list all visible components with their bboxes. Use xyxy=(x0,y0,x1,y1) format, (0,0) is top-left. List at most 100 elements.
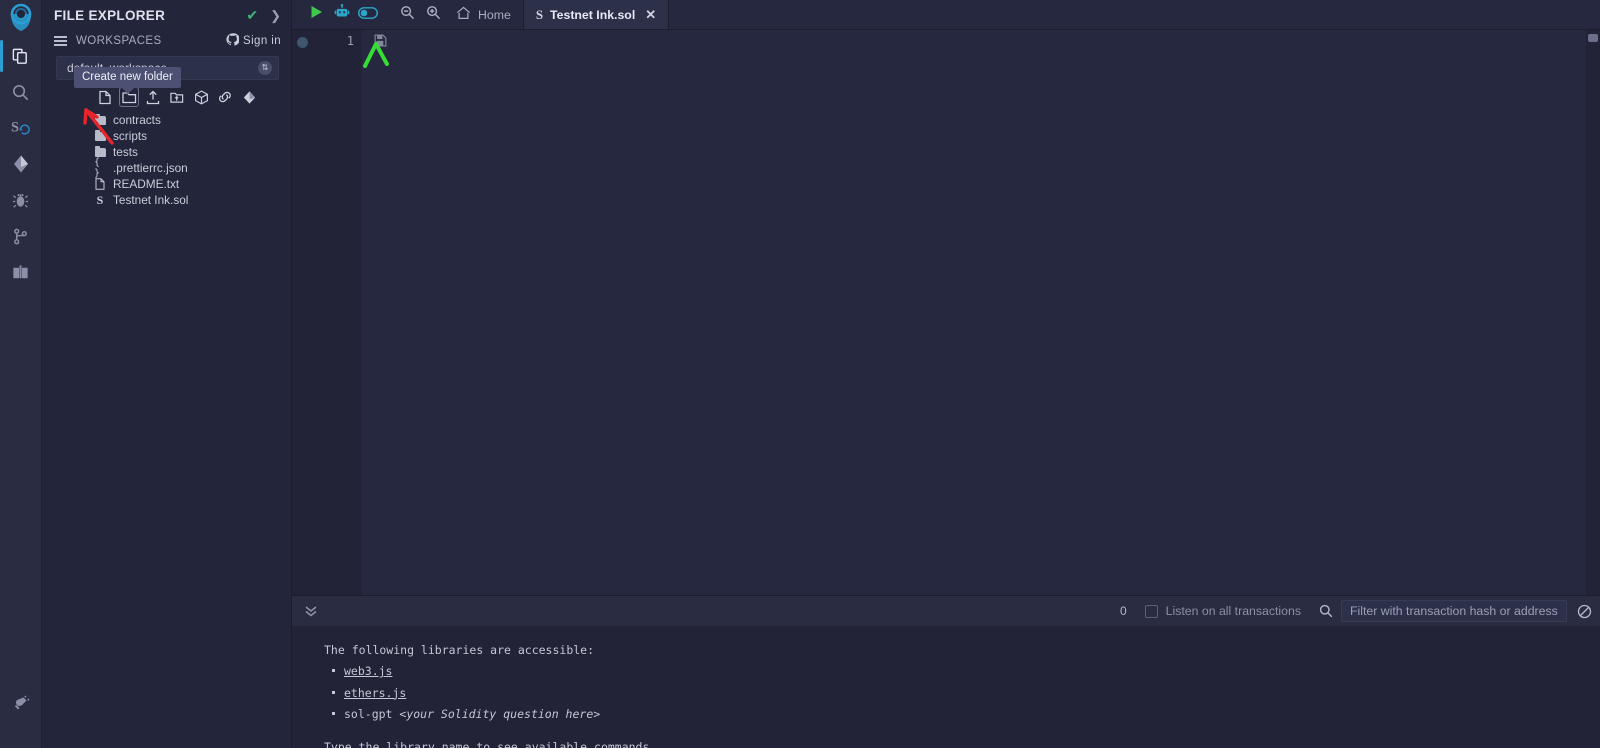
svg-text:S: S xyxy=(11,119,19,135)
editor-toolbar xyxy=(292,0,452,29)
connect-to-localhost[interactable] xyxy=(217,89,233,105)
workspaces-label: WORKSPACES xyxy=(76,35,162,47)
text-file-icon xyxy=(94,178,106,190)
file-name: contracts xyxy=(113,113,161,127)
terminal-intro-line: The following libraries are accessible: xyxy=(324,643,595,657)
scrollbar-thumb[interactable] xyxy=(1588,34,1598,42)
terminal-panel: 0 Listen on all transactions The followi… xyxy=(292,595,1600,748)
list-item[interactable]: scripts xyxy=(94,128,291,144)
sidebar-item-plugin-manager[interactable] xyxy=(0,686,42,722)
terminal-toolbar: 0 Listen on all transactions xyxy=(292,596,1600,626)
sidebar-item-debugger[interactable] xyxy=(0,182,42,218)
search-icon xyxy=(11,83,30,102)
workspaces-row: WORKSPACES Sign in xyxy=(42,30,291,52)
search-icon[interactable] xyxy=(1319,604,1333,618)
folder-icon xyxy=(94,129,106,142)
book-icon xyxy=(11,263,30,282)
git-init[interactable] xyxy=(241,89,257,105)
line-number: 1 xyxy=(346,34,354,48)
library-link-web3[interactable]: web3.js xyxy=(344,664,392,678)
main-area: Home S Testnet Ink.sol ✕ 1 0 Listen on a… xyxy=(292,0,1600,748)
run-script-button[interactable] xyxy=(306,5,326,25)
tab-label: Home xyxy=(478,7,511,22)
zoom-out-button[interactable] xyxy=(397,5,417,25)
listen-on-all-transactions-label: Listen on all transactions xyxy=(1165,604,1301,618)
contract-widget-icon[interactable] xyxy=(374,34,387,52)
sidebar-item-solidity-compiler[interactable]: S xyxy=(0,110,42,146)
listen-on-all-transactions-checkbox[interactable] xyxy=(1144,604,1158,618)
sidebar-item-file-explorer[interactable] xyxy=(0,38,42,74)
file-name: scripts xyxy=(113,129,148,143)
remix-logo-icon[interactable] xyxy=(0,0,42,38)
tab-home[interactable]: Home xyxy=(452,0,524,29)
publish-to-gist[interactable] xyxy=(145,89,161,105)
solidity-icon: S xyxy=(535,6,544,22)
upload-folder[interactable] xyxy=(169,89,185,105)
sign-in-label: Sign in xyxy=(243,35,281,47)
zoom-out-icon xyxy=(400,5,415,25)
list-item[interactable]: contracts xyxy=(94,112,291,128)
list-item[interactable]: README.txt xyxy=(94,176,291,192)
play-run-icon xyxy=(310,5,323,24)
file-tree: contracts scripts tests { } .prettierrc.… xyxy=(42,110,291,208)
chevron-right-icon[interactable]: ❯ xyxy=(270,9,281,22)
robot-ai-icon xyxy=(334,4,350,25)
sidebar-item-documentation[interactable] xyxy=(0,254,42,290)
chevron-double-down-icon[interactable] xyxy=(300,605,322,617)
toggle-switch-icon xyxy=(358,6,378,24)
file-name: .prettierrc.json xyxy=(113,161,188,175)
hamburger-menu-icon[interactable] xyxy=(54,36,67,46)
sidebar-item-search[interactable] xyxy=(0,74,42,110)
close-icon[interactable]: ✕ xyxy=(645,8,656,21)
zoom-in-icon xyxy=(426,5,441,25)
editor-gutter[interactable]: 1 xyxy=(292,30,362,595)
tab-testnet-ink-sol[interactable]: S Testnet Ink.sol ✕ xyxy=(523,0,670,29)
sign-in-button[interactable]: Sign in xyxy=(226,33,281,49)
check-icon[interactable]: ✔ xyxy=(246,8,258,22)
folder-icon xyxy=(94,145,106,158)
bug-icon xyxy=(11,191,30,210)
library-link-ethers[interactable]: ethers.js xyxy=(344,686,406,700)
list-item[interactable]: { } .prettierrc.json xyxy=(94,157,291,179)
up-down-caret-icon: ⇅ xyxy=(258,61,272,75)
git-branch-icon xyxy=(11,227,30,246)
remix-ide-window: S FILE EXPLORER ✔ ❯ WORKSPACES Sign in ⇅… xyxy=(0,0,1600,748)
files-icon xyxy=(11,47,30,66)
editor-content[interactable] xyxy=(362,30,1600,595)
github-icon xyxy=(226,33,240,49)
zoom-in-button[interactable] xyxy=(423,5,443,25)
list-item[interactable]: S Testnet Ink.sol xyxy=(94,192,291,208)
json-file-icon: { } xyxy=(94,157,101,179)
list-item[interactable]: ethers.js xyxy=(330,683,1600,704)
file-name: Testnet Ink.sol xyxy=(113,193,189,207)
list-item[interactable]: web3.js xyxy=(330,661,1600,682)
compiler-icon: S xyxy=(10,118,31,139)
transaction-count: 0 xyxy=(1119,604,1127,618)
home-icon xyxy=(456,6,471,23)
ai-toggle-switch[interactable] xyxy=(358,5,378,25)
ethereum-diamond-icon xyxy=(11,154,31,174)
terminal-output[interactable]: The following libraries are accessible: … xyxy=(292,626,1600,748)
transaction-filter-input[interactable] xyxy=(1341,600,1567,622)
file-explorer-header: FILE EXPLORER ✔ ❯ xyxy=(42,0,291,30)
plug-icon xyxy=(11,694,31,714)
sidebar-item-git[interactable] xyxy=(0,218,42,254)
sidebar-item-deploy-and-run[interactable] xyxy=(0,146,42,182)
folder-icon xyxy=(94,113,106,126)
create-new-file[interactable] xyxy=(97,89,113,105)
editor-tab-bar: Home S Testnet Ink.sol ✕ xyxy=(292,0,1600,30)
file-name: tests xyxy=(113,145,138,159)
terminal-footer-line: Type the library name to see available c… xyxy=(324,740,657,748)
list-item[interactable]: sol-gpt <your Solidity question here> xyxy=(330,704,1600,725)
list-item[interactable]: tests xyxy=(94,144,291,160)
code-editor[interactable]: 1 xyxy=(292,30,1600,595)
init-workspace[interactable] xyxy=(193,89,209,105)
clear-console-icon[interactable] xyxy=(1577,604,1592,619)
sol-gpt-placeholder: <your Solidity question here> xyxy=(399,706,601,721)
breakpoint-dot-icon[interactable] xyxy=(297,37,308,48)
left-icon-bar: S xyxy=(0,0,42,748)
editor-vertical-scrollbar[interactable] xyxy=(1586,30,1600,595)
terminal-library-list: web3.js ethers.js sol-gpt <your Solidity… xyxy=(324,661,1600,725)
ai-assistant-button[interactable] xyxy=(332,4,352,25)
